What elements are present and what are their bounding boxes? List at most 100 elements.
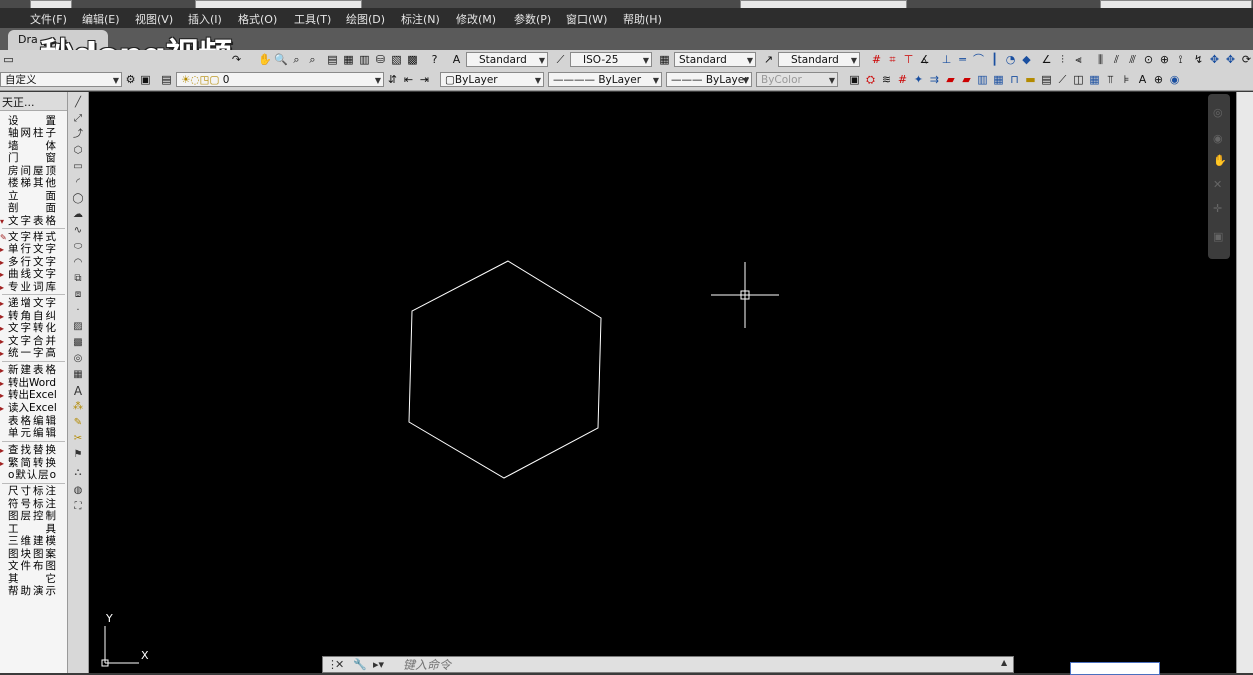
baseline-dim-icon[interactable]: ⫷ (1072, 53, 1085, 66)
panel-item-symbols[interactable]: 符号标注 (0, 498, 67, 510)
tianzheng-tool-18-icon[interactable]: ⊧ (1120, 73, 1133, 86)
tianzheng-tool-1-icon[interactable]: ▣ (848, 73, 861, 86)
panel-item-file-layout[interactable]: 文件布图 (0, 560, 67, 572)
multiline-text-icon[interactable]: A (71, 384, 85, 398)
tianzheng-tool-17-icon[interactable]: ⫪ (1104, 73, 1117, 86)
ellipse-icon[interactable]: ⬭ (71, 240, 85, 254)
nav-showmotion-icon[interactable]: ✛ (1213, 202, 1222, 215)
modify-tool-6-icon[interactable]: ⛶ (71, 500, 85, 514)
menu-modify[interactable]: 修改(M) (456, 11, 496, 27)
panel-item-rooms-roofs[interactable]: 房间屋顶 (0, 165, 67, 177)
arc-icon[interactable]: ◜ (71, 176, 85, 190)
help-icon[interactable]: ? (428, 53, 441, 66)
menu-view[interactable]: 视图(V) (135, 11, 173, 27)
rectangle-icon[interactable]: ▭ (71, 160, 85, 174)
panel-item-other[interactable]: 其 它 (0, 573, 67, 585)
ime-toolbar[interactable] (1070, 662, 1160, 675)
menu-tools[interactable]: 工具(T) (294, 11, 331, 27)
lineweight-select[interactable]: ——— ByLayer ▼ (666, 72, 752, 87)
tool-palette-icon[interactable]: ▥ (358, 53, 371, 66)
panel-item-text-merge[interactable]: ▸ 文字合并 (0, 335, 67, 347)
snap-icon[interactable]: ⌗ (886, 53, 899, 66)
layer-previous-icon[interactable]: ⇤ (402, 73, 415, 86)
color-select[interactable]: ▢ByLayer ▼ (440, 72, 544, 87)
properties-icon[interactable]: ▤ (326, 53, 339, 66)
zoom-previous-icon[interactable]: ⌕ (306, 53, 319, 66)
panel-item-text-tables[interactable]: ▾ 文字表格 (0, 215, 67, 227)
panel-item-default-layer[interactable]: o默认层o (0, 469, 67, 481)
new-icon[interactable]: ▭ (2, 53, 15, 66)
menu-edit[interactable]: 编辑(E) (82, 11, 120, 27)
layer-manager-icon[interactable]: ▤ (160, 73, 173, 86)
layer-state-icon[interactable]: ⇥ (418, 73, 431, 86)
tianzheng-tool-9-icon[interactable]: ▥ (976, 73, 989, 86)
zoom-window-icon[interactable]: ⌕ (290, 53, 303, 66)
polar-icon[interactable]: ∡ (918, 53, 931, 66)
tianzheng-tool-8-icon[interactable]: ▰ (960, 73, 973, 86)
calculator-icon[interactable]: ▩ (406, 53, 419, 66)
panel-item-blocks-patterns[interactable]: 图块图案 (0, 548, 67, 560)
tianzheng-text-icon[interactable]: A (1136, 73, 1149, 86)
panel-item-axis-grid[interactable]: 轴网柱子 (0, 127, 67, 139)
center-mark-icon[interactable]: ⊕ (1158, 53, 1171, 66)
panel-item-help-demo[interactable]: 帮助演示 (0, 585, 67, 597)
nav-zoom-icon[interactable]: ✋ (1213, 154, 1227, 167)
menu-window[interactable]: 窗口(W) (566, 11, 607, 27)
hatch-icon[interactable]: ▨ (71, 320, 85, 334)
quick-dim-icon[interactable]: ⫶ (1056, 53, 1069, 66)
multileader-style-icon[interactable]: ↗ (762, 53, 775, 66)
panel-item-3d-model[interactable]: 三维建模 (0, 535, 67, 547)
dim-arc-icon[interactable]: ⌒ (972, 53, 985, 66)
tianzheng-tool-5-icon[interactable]: ✦ (912, 73, 925, 86)
dim-edit-icon[interactable]: ✥ (1208, 53, 1221, 66)
dim-style-select[interactable]: ISO-25 ▼ (570, 52, 652, 67)
panel-item-increment-text[interactable]: ▸ 递增文字 (0, 297, 67, 309)
panel-item-rotate-correct[interactable]: ▸ 转角自纠 (0, 310, 67, 322)
nav-orbit-icon[interactable]: ✕ (1213, 178, 1222, 191)
construction-line-icon[interactable]: ⤢ (71, 112, 85, 126)
spline-icon[interactable]: ∿ (71, 224, 85, 238)
workspace-select[interactable]: 自定义 ▼ (0, 72, 122, 87)
sheet-set-icon[interactable]: ⛁ (374, 53, 387, 66)
dim-style-icon[interactable]: ⟋ (554, 53, 567, 66)
region-icon[interactable]: ◎ (71, 352, 85, 366)
panel-item-simp-trad[interactable]: ▸ 繁简转换 (0, 457, 67, 469)
modify-tool-1-icon[interactable]: ✎ (71, 416, 85, 430)
dim-break-icon[interactable]: ⫻ (1126, 53, 1139, 66)
make-current-layer-icon[interactable]: ⇵ (386, 73, 399, 86)
panel-item-terms[interactable]: ▸ 专业词库 (0, 281, 67, 293)
dim-angular-icon[interactable]: ∠ (1040, 53, 1053, 66)
insert-block-icon[interactable]: ⧉ (71, 272, 85, 286)
ellipse-arc-icon[interactable]: ◠ (71, 256, 85, 270)
modify-tool-4-icon[interactable]: ⛬ (71, 466, 85, 480)
vertical-scrollbar[interactable] (1236, 92, 1253, 673)
panel-item-layer-control[interactable]: 图层控制 (0, 510, 67, 522)
panel-item-export-word[interactable]: ▸ 转出Word (0, 377, 67, 389)
ortho-icon[interactable]: ⊤ (902, 53, 915, 66)
tianzheng-compass-icon[interactable]: ⊕ (1152, 73, 1165, 86)
dim-ordinate-icon[interactable]: ┃ (988, 53, 1001, 66)
panel-item-curve-text[interactable]: ▸ 曲线文字 (0, 268, 67, 280)
tianzheng-tool-4-icon[interactable]: # (896, 73, 909, 86)
text-style-icon[interactable]: A (450, 53, 463, 66)
polygon-icon[interactable]: ⬡ (71, 144, 85, 158)
tianzheng-tool-10-icon[interactable]: ▦ (992, 73, 1005, 86)
tianzheng-tool-13-icon[interactable]: ▤ (1040, 73, 1053, 86)
panel-item-find-replace[interactable]: ▸ 查找替换 (0, 444, 67, 456)
panel-item-unify-height[interactable]: ▸ 统一字高 (0, 347, 67, 359)
tianzheng-tool-12-icon[interactable]: ▬ (1024, 73, 1037, 86)
dim-aligned-icon[interactable]: ═ (956, 53, 969, 66)
dim-text-edit-icon[interactable]: ✥ (1224, 53, 1237, 66)
circle-icon[interactable]: ◯ (71, 192, 85, 206)
tianzheng-tool-16-icon[interactable]: ▦ (1088, 73, 1101, 86)
grid-icon[interactable]: # (870, 53, 883, 66)
modify-tool-3-icon[interactable]: ⚑ (71, 448, 85, 462)
table-icon[interactable]: ▦ (71, 368, 85, 382)
command-close-icon[interactable]: ✕ (335, 658, 344, 671)
menu-draw[interactable]: 绘图(D) (346, 11, 385, 27)
tianzheng-tool-6-icon[interactable]: ⇉ (928, 73, 941, 86)
dim-radius-icon[interactable]: ◔ (1004, 53, 1017, 66)
panel-item-new-table[interactable]: ▸ 新建表格 (0, 364, 67, 376)
menu-file[interactable]: 文件(F) (30, 11, 67, 27)
multileader-style-select[interactable]: Standard ▼ (778, 52, 860, 67)
